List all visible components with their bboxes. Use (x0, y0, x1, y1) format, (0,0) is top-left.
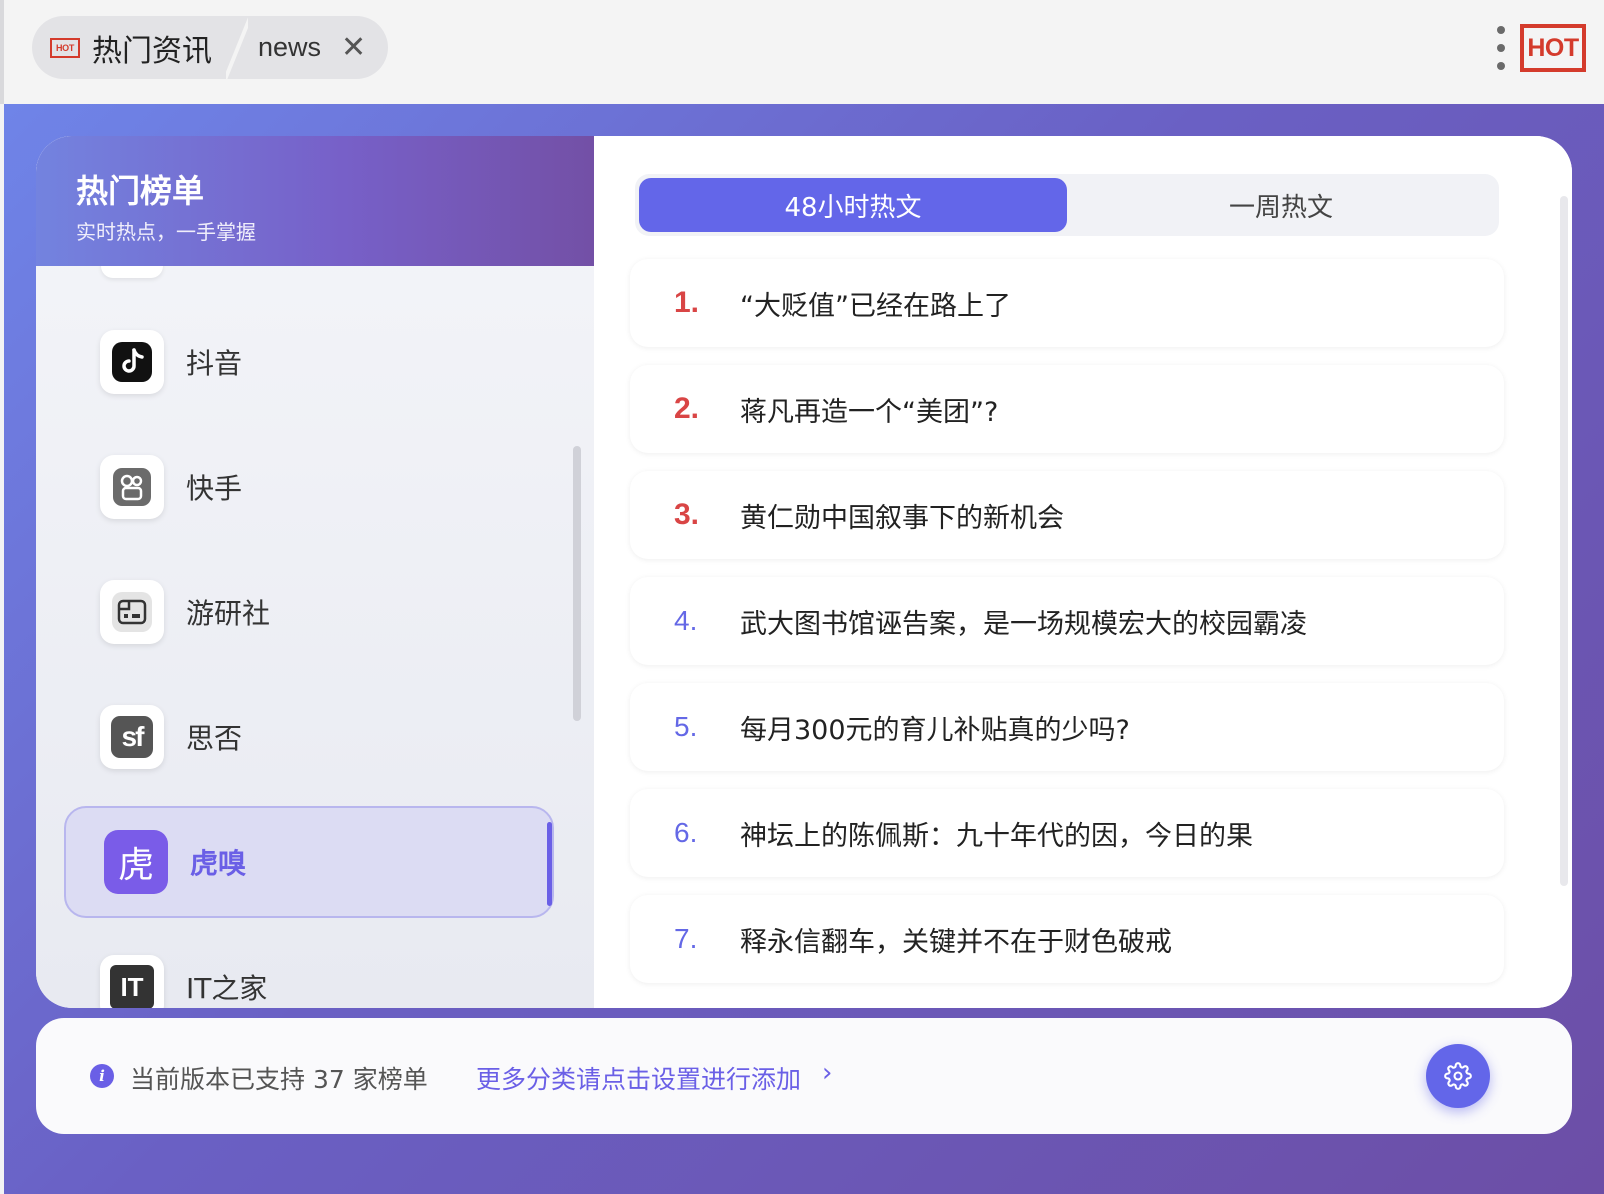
sidebar-item-segmentfault[interactable]: sf 思否 (64, 681, 554, 793)
sidebar-title: 热门榜单 (76, 172, 205, 210)
chevron-right-icon[interactable]: › (822, 1058, 832, 1088)
news-rank: 2. (674, 392, 700, 425)
sidebar-scrollbar[interactable] (573, 446, 581, 721)
news-item[interactable]: 4. 武大图书馆诬告案，是一场规模宏大的校园霸凌 (630, 577, 1504, 665)
more-menu-icon[interactable] (1494, 26, 1508, 70)
hot-logo[interactable]: HOT (1520, 24, 1586, 72)
active-indicator (547, 822, 552, 906)
news-rank: 4. (674, 605, 698, 636)
news-title: 神坛上的陈佩斯：九十年代的因，今日的果 (740, 820, 1253, 852)
sidebar-item-label: 快手 (186, 472, 243, 505)
settings-button[interactable] (1426, 1044, 1490, 1108)
news-rank: 7. (674, 923, 698, 954)
app-background: 热门榜单 实时热点，一手掌握 抖音 快手 游研社 sf 思否 虎 虎嗅 IT I… (4, 104, 1604, 1194)
douyin-icon (100, 330, 164, 394)
kuaishou-icon (100, 455, 164, 519)
news-rank: 6. (674, 817, 698, 848)
tab-week[interactable]: 一周热文 (1067, 178, 1495, 232)
news-title: “大贬值”已经在路上了 (740, 290, 1011, 322)
sidebar-item-huxiu[interactable]: 虎 虎嗅 (64, 806, 554, 918)
news-item[interactable]: 6. 神坛上的陈佩斯：九十年代的因，今日的果 (630, 789, 1504, 877)
news-item[interactable]: 2. 蒋凡再造一个“美团”? (630, 365, 1504, 453)
close-icon[interactable]: ✕ (341, 32, 366, 63)
news-item[interactable]: 3. 黄仁勋中国叙事下的新机会 (630, 471, 1504, 559)
sidebar-item-kuaishou[interactable]: 快手 (64, 431, 554, 543)
main-card: 热门榜单 实时热点，一手掌握 抖音 快手 游研社 sf 思否 虎 虎嗅 IT I… (36, 136, 1572, 1008)
segmentfault-glyph: sf (111, 716, 153, 758)
news-title: 每月300元的育儿补贴真的少吗? (740, 714, 1130, 746)
ithome-icon: IT (100, 955, 164, 1008)
tab-title: 热门资讯 (92, 33, 212, 69)
news-title: 蒋凡再造一个“美团”? (740, 396, 999, 428)
sidebar-subtitle: 实时热点，一手掌握 (76, 220, 256, 244)
tab-separator (226, 16, 248, 79)
sidebar-header: 热门榜单 实时热点，一手掌握 (36, 136, 594, 266)
sidebar-item-label: 游研社 (186, 597, 271, 630)
sidebar: 热门榜单 实时热点，一手掌握 抖音 快手 游研社 sf 思否 虎 虎嗅 IT I… (36, 136, 594, 1008)
news-title: 释永信翻车，关键并不在于财色破戒 (740, 926, 1172, 958)
huxiu-icon: 虎 (104, 830, 168, 894)
footer-bar: i 当前版本已支持 37 家榜单 更多分类请点击设置进行添加 › (36, 1018, 1572, 1134)
huxiu-glyph: 虎 (117, 845, 154, 886)
sidebar-item-label: 抖音 (186, 347, 243, 380)
news-item[interactable]: 1. “大贬值”已经在路上了 (630, 259, 1504, 347)
news-item[interactable]: 7. 释永信翻车，关键并不在于财色破戒 (630, 895, 1504, 983)
sidebar-item-yystv[interactable]: 游研社 (64, 556, 554, 668)
news-title: 武大图书馆诬告案，是一场规模宏大的校园霸凌 (740, 608, 1307, 640)
time-range-tabs: 48小时热文 一周热文 (635, 174, 1499, 236)
news-rank: 1. (674, 286, 700, 319)
hot-badge-icon: HOT (50, 37, 80, 58)
add-category-link[interactable]: 更多分类请点击设置进行添加 (476, 1060, 801, 1096)
sidebar-item-label: 思否 (186, 722, 243, 755)
news-panel: 48小时热文 一周热文 1. “大贬值”已经在路上了 2. 蒋凡再造一个“美团”… (594, 136, 1572, 1008)
supported-count-text: 当前版本已支持 37 家榜单 (130, 1065, 428, 1094)
sidebar-item-label: 虎嗅 (190, 847, 247, 880)
yystv-icon (100, 580, 164, 644)
ithome-glyph: IT (110, 965, 154, 1008)
browser-top-bar: HOT 热门资讯 news ✕ HOT (0, 0, 1604, 104)
news-rank: 5. (674, 711, 698, 742)
sidebar-item-label: IT之家 (186, 972, 268, 1005)
sidebar-item-douyin[interactable]: 抖音 (64, 306, 554, 418)
news-item[interactable]: 5. 每月300元的育儿补贴真的少吗? (630, 683, 1504, 771)
news-title: 黄仁勋中国叙事下的新机会 (740, 502, 1064, 534)
browser-tab[interactable]: HOT 热门资讯 news ✕ (32, 16, 388, 79)
sidebar-item-ithome[interactable]: IT IT之家 (64, 931, 554, 1008)
news-scrollbar[interactable] (1560, 196, 1568, 886)
gear-icon (1444, 1062, 1472, 1090)
news-rank: 3. (674, 498, 700, 531)
info-icon: i (90, 1064, 114, 1088)
tab-subtitle: news (258, 32, 322, 62)
tab-48h[interactable]: 48小时热文 (639, 178, 1067, 232)
segmentfault-icon: sf (100, 705, 164, 769)
